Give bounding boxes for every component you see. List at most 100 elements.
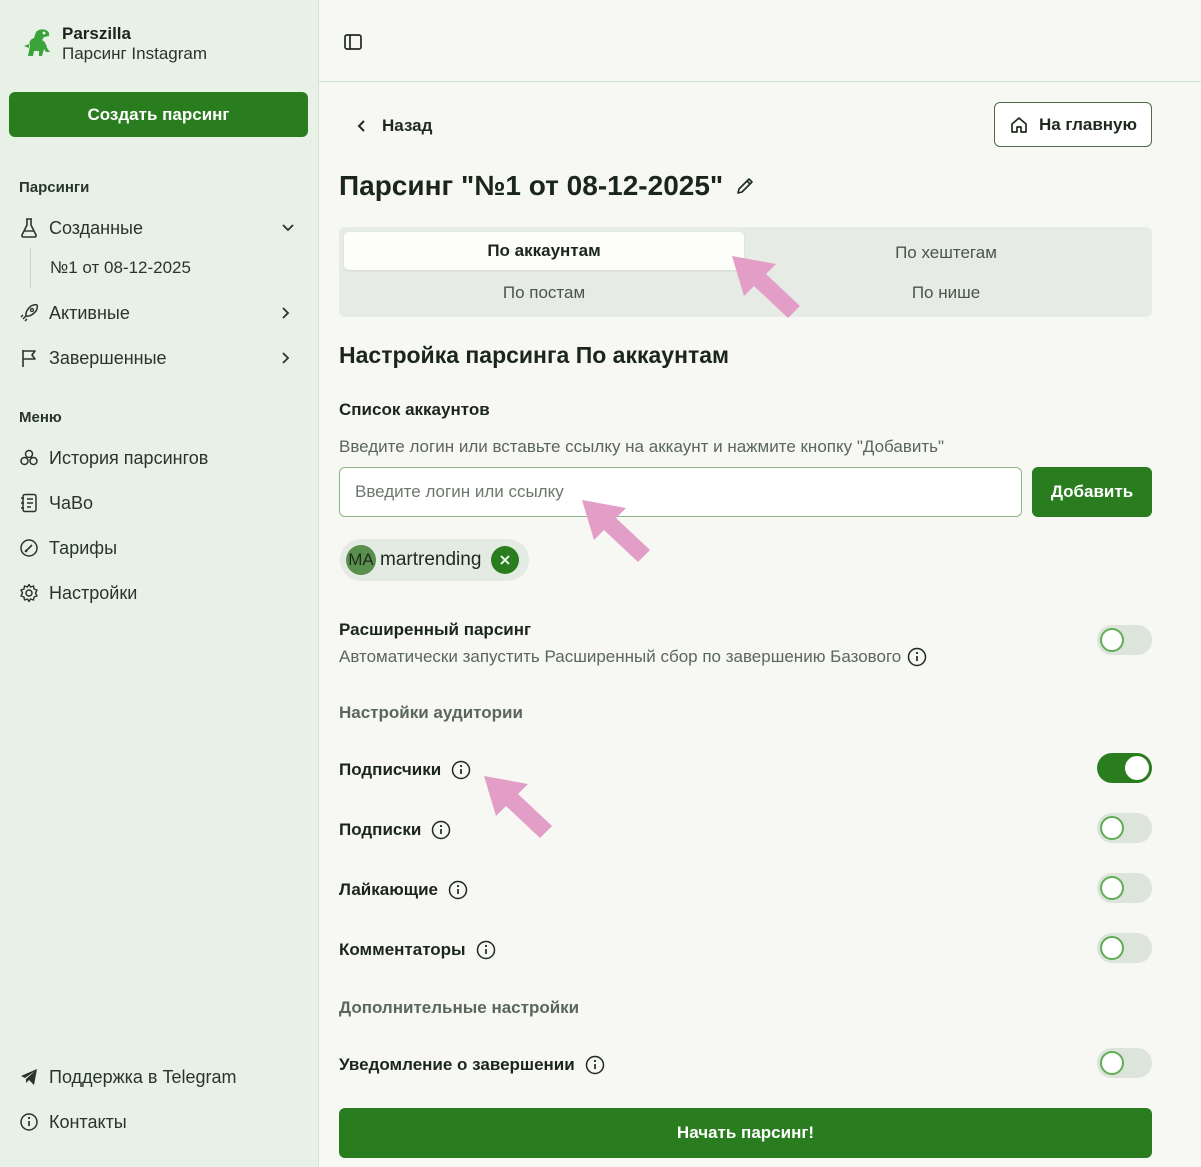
brand[interactable]: Parszilla Парсинг Instagram [20, 24, 207, 64]
extended-parsing-title: Расширенный парсинг [339, 620, 532, 639]
menu-section-label: Меню [19, 409, 62, 426]
info-icon[interactable] [585, 1055, 605, 1075]
tab-by-accounts[interactable]: По аккаунтам [344, 232, 744, 270]
add-account-button[interactable]: Добавить [1032, 467, 1152, 517]
following-label: Подписки [339, 820, 422, 839]
sidebar-item-settings[interactable]: Настройки [19, 577, 301, 609]
info-icon[interactable] [451, 760, 471, 780]
extended-parsing-description-row: Автоматически запустить Расширенный сбор… [339, 647, 927, 667]
notify-label: Уведомление о завершении [339, 1055, 575, 1074]
commenters-toggle[interactable] [1097, 933, 1152, 963]
sidebar-toggle-icon[interactable] [343, 32, 363, 52]
chevron-right-icon [281, 348, 295, 368]
toggle-knob [1100, 1051, 1124, 1075]
extended-parsing-description: Автоматически запустить Расширенный сбор… [339, 647, 902, 666]
page-title-text: Парсинг "№1 от 08-12-2025" [339, 170, 724, 201]
notebook-icon [19, 493, 39, 513]
followers-row: Подписчики [339, 760, 471, 780]
sidebar-item-label: Активные [49, 302, 130, 323]
parsings-section-label: Парсинги [19, 179, 90, 196]
additional-settings-label: Дополнительные настройки [339, 998, 580, 1017]
page-title: Парсинг "№1 от 08-12-2025" [339, 170, 755, 202]
sidebar-subitem-parsing-1[interactable]: №1 от 08-12-2025 [50, 258, 191, 278]
sidebar-item-label: Завершенные [49, 347, 167, 368]
sidebar-item-telegram-support[interactable]: Поддержка в Telegram [19, 1061, 301, 1093]
dino-logo-icon [24, 29, 50, 56]
accounts-list-label: Список аккаунтов [339, 400, 490, 419]
sidebar-item-history[interactable]: История парсингов [19, 442, 301, 474]
back-label: Назад [382, 116, 433, 135]
flag-icon [19, 348, 39, 368]
home-button[interactable]: На главную [994, 102, 1152, 147]
accounts-hint: Введите логин или вставьте ссылку на акк… [339, 437, 945, 456]
sidebar-item-label: Настройки [49, 582, 138, 603]
chevron-right-icon [281, 303, 295, 323]
sidebar-item-finished[interactable]: Завершенные [19, 342, 301, 374]
likers-label: Лайкающие [339, 880, 438, 899]
toggle-knob [1100, 936, 1124, 960]
telegram-icon [19, 1067, 39, 1087]
close-icon [500, 555, 511, 565]
avatar: MA [346, 545, 376, 575]
followers-toggle[interactable] [1097, 753, 1152, 783]
sidebar-item-label: Поддержка в Telegram [49, 1066, 237, 1087]
remove-account-button[interactable] [491, 546, 520, 574]
rocket-icon [19, 303, 39, 323]
annotation-arrow-icon [582, 500, 650, 562]
sidebar-item-label: Контакты [49, 1111, 127, 1132]
toggle-knob [1100, 876, 1124, 900]
sidebar-item-faq[interactable]: ЧаВо [19, 487, 301, 519]
home-icon [1011, 116, 1027, 133]
likers-row: Лайкающие [339, 880, 468, 900]
sidebar-item-tariffs[interactable]: Тарифы [19, 532, 301, 564]
back-button[interactable]: Назад [356, 112, 432, 140]
annotation-arrow-icon [484, 776, 552, 838]
commenters-row: Комментаторы [339, 940, 496, 960]
gauge-icon [19, 538, 39, 558]
chevron-left-icon [357, 120, 365, 132]
info-icon[interactable] [476, 940, 496, 960]
sidebar-item-label: ЧаВо [49, 492, 94, 513]
create-parsing-button[interactable]: Создать парсинг [9, 92, 308, 137]
info-icon[interactable] [448, 880, 468, 900]
tab-by-posts[interactable]: По постам [344, 274, 744, 312]
home-label: На главную [1038, 114, 1138, 134]
chevron-down-icon[interactable] [281, 218, 295, 238]
info-icon[interactable] [431, 820, 451, 840]
start-parsing-button[interactable]: Начать парсинг! [339, 1108, 1152, 1158]
sidebar-item-contacts[interactable]: Контакты [19, 1106, 301, 1138]
pencil-icon[interactable] [735, 176, 755, 196]
commenters-label: Комментаторы [339, 940, 466, 959]
brand-subtitle: Парсинг Instagram [62, 44, 208, 63]
following-toggle[interactable] [1097, 813, 1152, 843]
likers-toggle[interactable] [1097, 873, 1152, 903]
following-row: Подписки [339, 820, 451, 840]
topbar [319, 0, 1201, 82]
info-icon[interactable] [907, 647, 927, 667]
sidebar-item-created[interactable]: Созданные [19, 212, 301, 244]
annotation-arrow-icon [732, 256, 800, 318]
sidebar-item-label: Созданные [49, 217, 144, 238]
sidebar: Parszilla Парсинг Instagram Создать парс… [0, 0, 319, 1167]
account-input[interactable] [339, 467, 1022, 517]
tree-line [30, 248, 31, 288]
notify-row: Уведомление о завершении [339, 1055, 605, 1075]
settings-heading: Настройка парсинга По аккаунтам [339, 342, 730, 368]
toggle-knob [1100, 816, 1124, 840]
extended-parsing-toggle[interactable] [1097, 625, 1152, 655]
toggle-knob [1100, 628, 1124, 652]
gear-icon [19, 583, 39, 603]
sidebar-item-label: Тарифы [49, 537, 118, 558]
sidebar-item-active[interactable]: Активные [19, 297, 301, 329]
brand-name: Parszilla [62, 24, 131, 43]
audience-settings-label: Настройки аудитории [339, 703, 523, 722]
info-icon [19, 1112, 39, 1132]
account-chip: MA martrending [340, 539, 530, 581]
account-username: martrending [380, 549, 482, 570]
flask-icon [19, 218, 39, 238]
followers-label: Подписчики [339, 760, 442, 779]
toggle-knob [1125, 756, 1149, 780]
notify-toggle[interactable] [1097, 1048, 1152, 1078]
sidebar-item-label: История парсингов [49, 447, 209, 468]
history-icon [19, 448, 39, 468]
